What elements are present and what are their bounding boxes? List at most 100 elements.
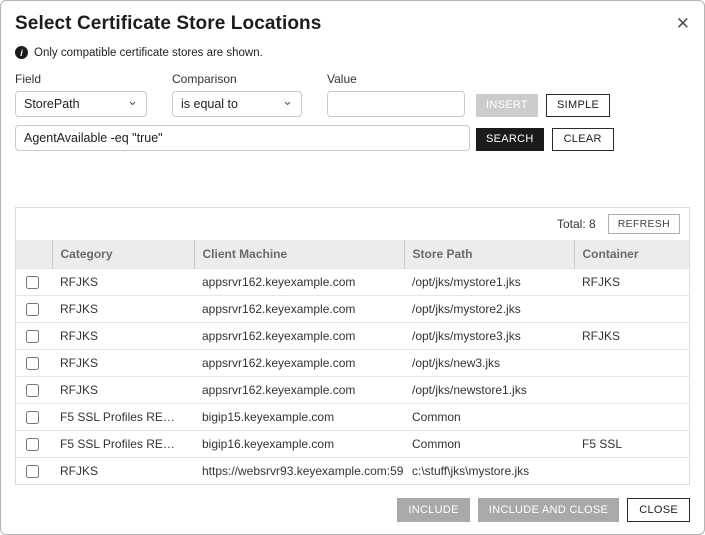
row-checkbox[interactable] — [26, 411, 39, 424]
table-row: F5 SSL Profiles RE…bigip15.keyexample.co… — [16, 404, 689, 431]
cell-category: RFJKS — [52, 296, 194, 323]
query-builder-buttons: INSERT SIMPLE SEARCH CLEAR — [476, 72, 614, 160]
table-row: RFJKSappsrvr162.keyexample.com/opt/jks/n… — [16, 377, 689, 404]
close-button[interactable]: CLOSE — [627, 498, 690, 522]
table-row: F5 SSL Profiles RE…bigip16.keyexample.co… — [16, 431, 689, 458]
cell-category: RFJKS — [52, 377, 194, 404]
checkbox-cell — [16, 350, 52, 377]
comparison-label: Comparison — [172, 72, 302, 86]
info-banner: i Only compatible certificate stores are… — [15, 46, 690, 59]
checkbox-column-header — [16, 240, 52, 269]
field-select[interactable]: StorePath ⌄ — [15, 91, 147, 117]
row-checkbox[interactable] — [26, 438, 39, 451]
cell-client-machine: bigip15.keyexample.com — [194, 404, 404, 431]
column-header-store-path: Store Path — [404, 240, 574, 269]
cell-store-path: /opt/jks/new3.jks — [404, 350, 574, 377]
simple-button[interactable]: SIMPLE — [546, 94, 610, 117]
total-label: Total: — [557, 217, 586, 231]
row-checkbox[interactable] — [26, 465, 39, 478]
checkbox-cell — [16, 458, 52, 485]
info-text: Only compatible certificate stores are s… — [34, 47, 263, 59]
cell-container — [574, 458, 689, 485]
query-builder-fields: Field StorePath ⌄ Comparison is equal to… — [15, 72, 470, 160]
column-header-client-machine: Client Machine — [194, 240, 404, 269]
cell-store-path: /opt/jks/mystore2.jks — [404, 296, 574, 323]
insert-button[interactable]: INSERT — [476, 94, 538, 117]
table-row: RFJKSappsrvr162.keyexample.com/opt/jks/m… — [16, 296, 689, 323]
refresh-button[interactable]: REFRESH — [608, 214, 680, 234]
cell-client-machine: https://websrvr93.keyexample.com:5986 — [194, 458, 404, 485]
include-button[interactable]: INCLUDE — [397, 498, 469, 522]
value-group: Value — [327, 72, 465, 117]
total-value: 8 — [589, 217, 596, 231]
cell-category: RFJKS — [52, 458, 194, 485]
table-toolbar: Total: 8 REFRESH — [16, 208, 689, 240]
dialog-header: Select Certificate Store Locations ✕ — [15, 13, 690, 35]
close-icon[interactable]: ✕ — [676, 15, 690, 32]
field-label: Field — [15, 72, 147, 86]
column-header-category: Category — [52, 240, 194, 269]
cell-store-path: /opt/jks/mystore1.jks — [404, 269, 574, 296]
table-row: RFJKSappsrvr162.keyexample.com/opt/jks/m… — [16, 323, 689, 350]
value-input[interactable] — [327, 91, 465, 117]
value-label: Value — [327, 72, 465, 86]
dialog-footer: INCLUDE INCLUDE AND CLOSE CLOSE — [15, 488, 690, 522]
search-button[interactable]: SEARCH — [476, 128, 544, 151]
cell-client-machine: appsrvr162.keyexample.com — [194, 269, 404, 296]
field-select-value: StorePath — [24, 97, 80, 111]
row-checkbox[interactable] — [26, 384, 39, 397]
cell-category: F5 SSL Profiles RE… — [52, 431, 194, 458]
cell-store-path: /opt/jks/mystore3.jks — [404, 323, 574, 350]
checkbox-cell — [16, 323, 52, 350]
page-title: Select Certificate Store Locations — [15, 13, 321, 35]
field-group: Field StorePath ⌄ — [15, 72, 147, 117]
select-certificate-store-dialog: Select Certificate Store Locations ✕ i O… — [0, 0, 705, 535]
chevron-down-icon: ⌄ — [127, 98, 138, 103]
cell-category: F5 SSL Profiles RE… — [52, 404, 194, 431]
cell-category: RFJKS — [52, 350, 194, 377]
info-icon: i — [15, 46, 28, 59]
comparison-select-value: is equal to — [181, 97, 238, 111]
checkbox-cell — [16, 404, 52, 431]
row-checkbox[interactable] — [26, 303, 39, 316]
results-panel: Total: 8 REFRESH Category Client Machine… — [15, 207, 690, 485]
cell-store-path: Common — [404, 431, 574, 458]
cell-client-machine: appsrvr162.keyexample.com — [194, 323, 404, 350]
row-checkbox[interactable] — [26, 357, 39, 370]
checkbox-cell — [16, 431, 52, 458]
cell-store-path: c:\stuff\jks\mystore.jks — [404, 458, 574, 485]
chevron-down-icon: ⌄ — [282, 98, 293, 103]
query-input[interactable] — [15, 125, 470, 151]
query-builder: Field StorePath ⌄ Comparison is equal to… — [15, 72, 690, 160]
cell-container — [574, 404, 689, 431]
checkbox-cell — [16, 296, 52, 323]
table-header-row: Category Client Machine Store Path Conta… — [16, 240, 689, 269]
comparison-group: Comparison is equal to ⌄ — [172, 72, 302, 117]
cell-container — [574, 350, 689, 377]
include-and-close-button[interactable]: INCLUDE AND CLOSE — [478, 498, 619, 522]
table-row: RFJKSappsrvr162.keyexample.com/opt/jks/n… — [16, 350, 689, 377]
table-row: RFJKShttps://websrvr93.keyexample.com:59… — [16, 458, 689, 485]
cell-store-path: /opt/jks/newstore1.jks — [404, 377, 574, 404]
cell-container: F5 SSL — [574, 431, 689, 458]
checkbox-cell — [16, 269, 52, 296]
cell-category: RFJKS — [52, 269, 194, 296]
cell-client-machine: appsrvr162.keyexample.com — [194, 377, 404, 404]
clear-button[interactable]: CLEAR — [552, 128, 614, 151]
cell-container — [574, 377, 689, 404]
table-row: RFJKSappsrvr162.keyexample.com/opt/jks/m… — [16, 269, 689, 296]
cell-container — [574, 296, 689, 323]
row-checkbox[interactable] — [26, 276, 39, 289]
comparison-select[interactable]: is equal to ⌄ — [172, 91, 302, 117]
column-header-container: Container — [574, 240, 689, 269]
cell-container: RFJKS — [574, 269, 689, 296]
cell-store-path: Common — [404, 404, 574, 431]
cell-category: RFJKS — [52, 323, 194, 350]
total-count: Total: 8 — [557, 217, 596, 231]
cell-client-machine: appsrvr162.keyexample.com — [194, 350, 404, 377]
row-checkbox[interactable] — [26, 330, 39, 343]
table-body: RFJKSappsrvr162.keyexample.com/opt/jks/m… — [16, 269, 689, 485]
cell-container: RFJKS — [574, 323, 689, 350]
store-locations-table: Category Client Machine Store Path Conta… — [16, 240, 689, 484]
cell-client-machine: bigip16.keyexample.com — [194, 431, 404, 458]
